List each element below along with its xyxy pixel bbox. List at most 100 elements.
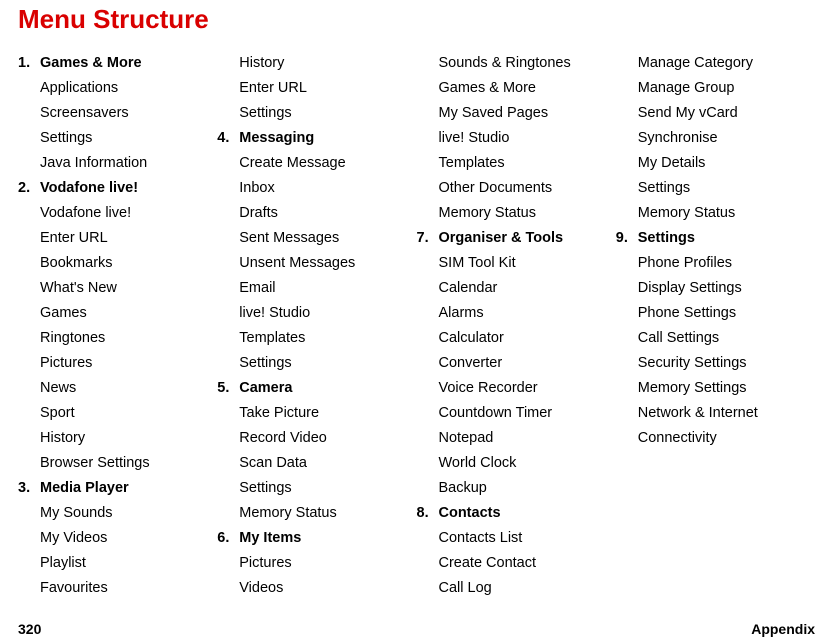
menu-item-label: Create Message bbox=[239, 151, 416, 176]
menu-item: Pictures bbox=[217, 551, 416, 576]
menu-item-label: Applications bbox=[40, 76, 217, 101]
menu-item-label: History bbox=[239, 51, 416, 76]
menu-item-label: live! Studio bbox=[239, 301, 416, 326]
menu-item-label: Settings bbox=[239, 101, 416, 126]
menu-item-label: Bookmarks bbox=[40, 251, 217, 276]
menu-item: Backup bbox=[417, 476, 616, 501]
menu-item: Manage Category bbox=[616, 51, 815, 76]
menu-item-number: 2. bbox=[18, 176, 40, 201]
menu-item: Settings bbox=[217, 476, 416, 501]
menu-item-label: Inbox bbox=[239, 176, 416, 201]
menu-item: Create Contact bbox=[417, 551, 616, 576]
menu-columns: 1.Games & MoreApplicationsScreensaversSe… bbox=[18, 51, 815, 601]
menu-item-label: Enter URL bbox=[239, 76, 416, 101]
menu-section-header: 2.Vodafone live! bbox=[18, 176, 217, 201]
menu-item: Connectivity bbox=[616, 426, 815, 451]
menu-item: Email bbox=[217, 276, 416, 301]
menu-item: Pictures bbox=[18, 351, 217, 376]
menu-item: Settings bbox=[616, 176, 815, 201]
menu-item-label: Camera bbox=[239, 376, 416, 401]
menu-section-header: 5.Camera bbox=[217, 376, 416, 401]
menu-item-label: Sport bbox=[40, 401, 217, 426]
menu-item-label: Settings bbox=[40, 126, 217, 151]
menu-item-label: Memory Status bbox=[439, 201, 616, 226]
menu-item: News bbox=[18, 376, 217, 401]
menu-item-label: Connectivity bbox=[638, 426, 815, 451]
menu-item: Voice Recorder bbox=[417, 376, 616, 401]
menu-item: Sport bbox=[18, 401, 217, 426]
menu-item-label: Alarms bbox=[439, 301, 616, 326]
menu-item: Videos bbox=[217, 576, 416, 601]
menu-item: Record Video bbox=[217, 426, 416, 451]
menu-item-label: Voice Recorder bbox=[439, 376, 616, 401]
menu-item: Alarms bbox=[417, 301, 616, 326]
menu-section-header: 4.Messaging bbox=[217, 126, 416, 151]
menu-item-label: What's New bbox=[40, 276, 217, 301]
menu-item-number: 3. bbox=[18, 476, 40, 501]
menu-item-label: Games & More bbox=[439, 76, 616, 101]
menu-item: My Saved Pages bbox=[417, 101, 616, 126]
menu-item: World Clock bbox=[417, 451, 616, 476]
menu-item-label: Java Information bbox=[40, 151, 217, 176]
menu-item: Unsent Messages bbox=[217, 251, 416, 276]
menu-item-label: Templates bbox=[439, 151, 616, 176]
menu-item: Applications bbox=[18, 76, 217, 101]
menu-item: My Videos bbox=[18, 526, 217, 551]
menu-item: Notepad bbox=[417, 426, 616, 451]
menu-item: My Details bbox=[616, 151, 815, 176]
menu-item-label: Take Picture bbox=[239, 401, 416, 426]
menu-item: Call Log bbox=[417, 576, 616, 601]
menu-item-label: Manage Category bbox=[638, 51, 815, 76]
menu-item-label: Memory Status bbox=[638, 201, 815, 226]
menu-item-label: Drafts bbox=[239, 201, 416, 226]
menu-item-label: Contacts List bbox=[439, 526, 616, 551]
menu-item-label: Network & Internet bbox=[638, 401, 815, 426]
menu-item: Templates bbox=[417, 151, 616, 176]
menu-item: live! Studio bbox=[417, 126, 616, 151]
menu-item-label: Phone Settings bbox=[638, 301, 815, 326]
menu-section-header: 3.Media Player bbox=[18, 476, 217, 501]
menu-item: What's New bbox=[18, 276, 217, 301]
menu-item: Memory Status bbox=[417, 201, 616, 226]
menu-item-label: Manage Group bbox=[638, 76, 815, 101]
menu-item-label: Memory Settings bbox=[638, 376, 815, 401]
menu-item-label: Backup bbox=[439, 476, 616, 501]
menu-section-header: 9.Settings bbox=[616, 226, 815, 251]
menu-item-number: 9. bbox=[616, 226, 638, 251]
menu-item: Create Message bbox=[217, 151, 416, 176]
menu-item-label: My Items bbox=[239, 526, 416, 551]
page-title: Menu Structure bbox=[18, 4, 815, 35]
menu-item-label: Games & More bbox=[40, 51, 217, 76]
menu-item-label: SIM Tool Kit bbox=[439, 251, 616, 276]
menu-item-label: Media Player bbox=[40, 476, 217, 501]
menu-item: Scan Data bbox=[217, 451, 416, 476]
page-number: 320 bbox=[18, 621, 41, 637]
menu-item: Memory Settings bbox=[616, 376, 815, 401]
menu-item: Other Documents bbox=[417, 176, 616, 201]
menu-item-label: Create Contact bbox=[439, 551, 616, 576]
menu-item: Playlist bbox=[18, 551, 217, 576]
menu-item: Sounds & Ringtones bbox=[417, 51, 616, 76]
menu-item-label: Send My vCard bbox=[638, 101, 815, 126]
menu-item-label: Contacts bbox=[439, 501, 616, 526]
menu-item: live! Studio bbox=[217, 301, 416, 326]
menu-item-label: Unsent Messages bbox=[239, 251, 416, 276]
menu-item: Security Settings bbox=[616, 351, 815, 376]
menu-item-label: Record Video bbox=[239, 426, 416, 451]
menu-item: Countdown Timer bbox=[417, 401, 616, 426]
menu-item-label: My Saved Pages bbox=[439, 101, 616, 126]
menu-item-label: World Clock bbox=[439, 451, 616, 476]
menu-item: Phone Profiles bbox=[616, 251, 815, 276]
menu-item-number: 4. bbox=[217, 126, 239, 151]
menu-item-number: 6. bbox=[217, 526, 239, 551]
menu-item-label: Vodafone live! bbox=[40, 201, 217, 226]
menu-item-label: Other Documents bbox=[439, 176, 616, 201]
menu-item: Settings bbox=[217, 351, 416, 376]
menu-item-label: Call Settings bbox=[638, 326, 815, 351]
menu-item: Vodafone live! bbox=[18, 201, 217, 226]
menu-item: History bbox=[18, 426, 217, 451]
menu-item: Calculator bbox=[417, 326, 616, 351]
menu-section-header: 1.Games & More bbox=[18, 51, 217, 76]
menu-section-header: 8.Contacts bbox=[417, 501, 616, 526]
menu-item: Games bbox=[18, 301, 217, 326]
